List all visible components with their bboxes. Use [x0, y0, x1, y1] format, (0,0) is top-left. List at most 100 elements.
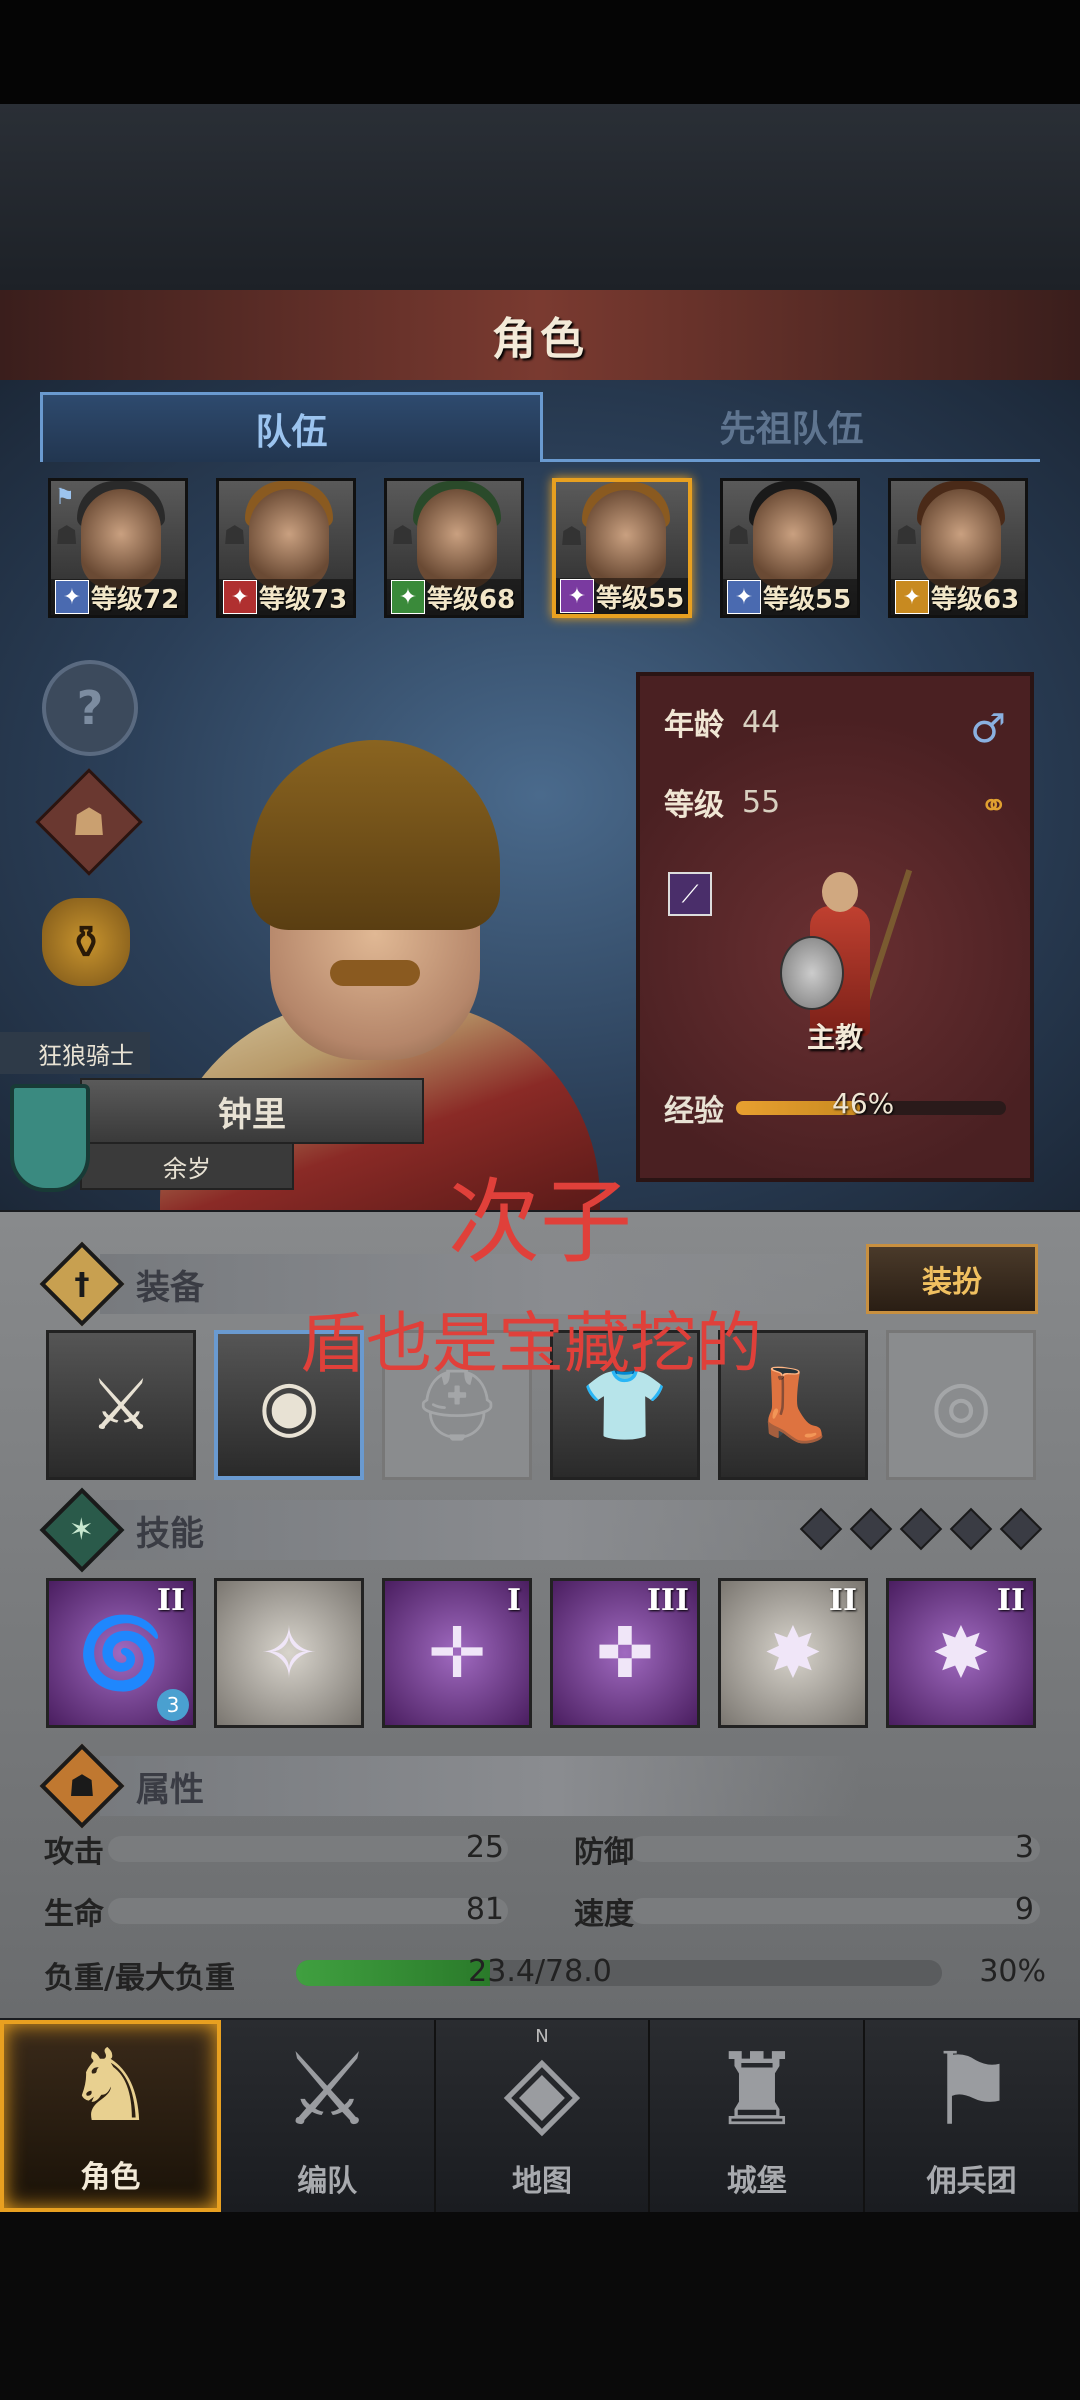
roster-member[interactable]: ☗ ✦ 等级68 — [384, 478, 524, 618]
title-bar: 角色 — [0, 290, 1080, 384]
equipment-slot[interactable]: ◎ — [886, 1330, 1036, 1480]
ring-icon: ◎ — [930, 1364, 992, 1446]
equipment-slot[interactable]: ⚔ — [46, 1330, 196, 1480]
skill-slot[interactable]: ✸ II — [886, 1578, 1036, 1728]
skill-rank: II — [996, 1583, 1025, 1618]
sword-icon: ✦ — [55, 580, 89, 614]
whirlwind-icon: 🌀 — [77, 1611, 165, 1694]
skill-slot[interactable]: ✛ I — [382, 1578, 532, 1728]
header-backdrop — [0, 104, 1080, 290]
skill-slots: 🌀 II 3 ✧ ✛ I ✜ III ✸ II ✸ II — [46, 1578, 1040, 1728]
weight-value: 23.4/78.0 — [468, 1954, 612, 1989]
gem-icon — [949, 1507, 993, 1551]
nav-label: 角色 — [80, 2160, 141, 2195]
help-icon[interactable]: ? — [42, 660, 138, 756]
portrait — [417, 489, 497, 589]
bottom-nav: ♞ 角色 ⚔ 编队 N ◈ 地图 ♜ 城堡 ⚑ 佣兵团 — [0, 2020, 1080, 2212]
nav-castle[interactable]: ♜ 城堡 — [650, 2020, 866, 2212]
character-title: 狂狼骑士 — [0, 1032, 150, 1074]
crossed-swords-icon: ✦ — [391, 580, 425, 614]
compass-north-label: N — [535, 2026, 549, 2047]
boots-icon: 👢 — [749, 1363, 837, 1446]
level-value: 55 — [742, 784, 781, 820]
attack-label: 攻击 — [44, 1835, 104, 1870]
castle-icon: ♜ — [711, 2031, 802, 2148]
roster-level: 等级68 — [427, 584, 516, 615]
defense-label: 防御 — [574, 1835, 634, 1870]
portrait — [753, 489, 833, 589]
crosshair-icon: ✜ — [595, 1612, 655, 1694]
roster-member[interactable]: ☗ ✦ 等级63 — [888, 478, 1028, 618]
staff-class-icon: ⟋ — [668, 872, 712, 916]
speed-value: 9 — [1014, 1892, 1034, 1927]
attack-value: 25 — [465, 1830, 504, 1865]
speed-label: 速度 — [574, 1897, 634, 1932]
skill-slot[interactable]: 🌀 II 3 — [46, 1578, 196, 1728]
tab-ancestor-team[interactable]: 先祖队伍 — [543, 392, 1040, 462]
roster-level: 等级55 — [763, 584, 852, 615]
rings-icon[interactable]: ⚭ — [980, 786, 1009, 826]
burst-icon: ✸ — [763, 1612, 823, 1694]
companion-silhouette-icon: ☗ — [560, 522, 584, 552]
skill-slot[interactable]: ✜ III — [550, 1578, 700, 1728]
companion-silhouette-icon: ☗ — [895, 521, 919, 551]
roster-level: 等级63 — [931, 584, 1020, 615]
nav-knight[interactable]: ♞ 角色 — [0, 2020, 221, 2212]
team-icon: ⚔ — [282, 2031, 373, 2148]
house-icon: ✦ — [223, 580, 257, 614]
leader-flag-icon: ⚑ — [55, 485, 75, 510]
roster-member[interactable]: ☗ ✦ 等级73 — [216, 478, 356, 618]
crystal-summon-icon: ✧ — [259, 1612, 319, 1694]
portrait — [249, 489, 329, 589]
potion-icon[interactable]: ⚱ — [42, 898, 130, 986]
companion-silhouette-icon: ☗ — [727, 521, 751, 551]
bottom-bar-area — [0, 2212, 1080, 2400]
age-label: 年龄 — [664, 708, 724, 743]
staff-icon: ✦ — [560, 579, 594, 613]
skill-rank: II — [156, 1583, 185, 1618]
nav-label: 城堡 — [726, 2164, 787, 2199]
roster-member[interactable]: ☗ ✦ 等级55 — [720, 478, 860, 618]
skills-section-icon: ✶ — [39, 1487, 125, 1573]
male-icon: ♂ — [970, 706, 1006, 752]
companion-silhouette-icon: ☗ — [391, 521, 415, 551]
overlay-caption-1: 次子 — [447, 1169, 632, 1276]
nav-team[interactable]: ⚔ 编队 — [221, 2020, 436, 2212]
attributes-title: 属性 — [136, 1769, 204, 1810]
burst-icon: ✸ — [931, 1612, 991, 1694]
gem-icon — [899, 1507, 943, 1551]
spear-icon: ⚔ — [89, 1364, 153, 1446]
skill-slot[interactable]: ✸ II — [718, 1578, 868, 1728]
companion-silhouette-icon: ☗ — [223, 521, 247, 551]
overlay-caption-2: 盾也是宝藏挖的 — [300, 1305, 762, 1382]
attributes-section-icon: ☗ — [39, 1743, 125, 1829]
portrait — [586, 490, 666, 590]
skill-points-gems — [786, 1507, 1043, 1551]
mercenary-icon: ⚑ — [926, 2031, 1017, 2148]
hp-value: 81 — [465, 1892, 504, 1927]
nav-mercenary[interactable]: ⚑ 佣兵团 — [865, 2020, 1080, 2212]
level-label: 等级 — [664, 788, 724, 823]
shield-icon: ✦ — [895, 580, 929, 614]
knight-icon: ♞ — [65, 2027, 156, 2144]
tab-team[interactable]: 队伍 — [40, 392, 543, 462]
nav-compass-map[interactable]: N ◈ 地图 — [436, 2020, 651, 2212]
roster-member[interactable]: ☗ ✦ 等级55 — [552, 478, 692, 618]
exp-label: 经验 — [664, 1094, 724, 1129]
character-info-icon[interactable]: ☗ — [35, 768, 143, 876]
skills-header: ✶ 技能 — [38, 1487, 204, 1573]
side-icons: ? ☗ ⚱ — [35, 660, 143, 1014]
roster-member[interactable]: ☗ ⚑ ✦ 等级72 — [48, 478, 188, 618]
roster-level: 等级55 — [596, 583, 685, 614]
skill-rank: I — [506, 1583, 521, 1618]
attributes-header: ☗ 属性 — [38, 1743, 204, 1829]
portrait — [921, 489, 1001, 589]
exp-bar: 46% — [736, 1087, 1006, 1120]
age-value: 44 — [742, 704, 781, 740]
character-name[interactable]: 钟里 — [80, 1078, 424, 1144]
exp-percent: 46% — [832, 1087, 895, 1120]
sword-icon: ✦ — [727, 580, 761, 614]
companion-silhouette-icon: ☗ — [55, 521, 79, 551]
gem-icon — [999, 1507, 1043, 1551]
skill-slot[interactable]: ✧ — [214, 1578, 364, 1728]
